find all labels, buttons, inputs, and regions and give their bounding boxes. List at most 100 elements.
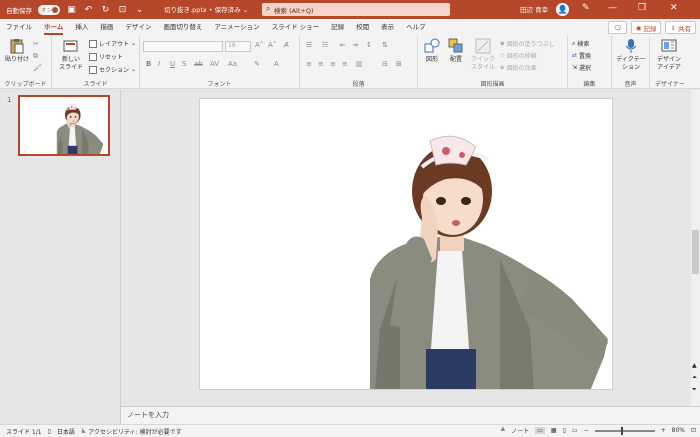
numbering-icon[interactable]: ☷	[322, 41, 328, 49]
tab-8[interactable]: 記録	[325, 19, 350, 36]
tab-3[interactable]: 描画	[94, 19, 119, 36]
slide-thumbnail[interactable]	[18, 95, 110, 156]
normal-view-icon[interactable]: ▭	[535, 427, 545, 434]
smartart-icon[interactable]: ⊞	[396, 60, 402, 68]
shape-outline-button[interactable]: ◇ 図形の枠線	[500, 51, 537, 60]
arrange-button[interactable]: 配置	[446, 38, 466, 64]
user-name[interactable]: 田辺 育幸	[520, 4, 548, 14]
decrease-font-icon[interactable]: A˅	[268, 41, 276, 49]
save-icon[interactable]: ▣	[66, 4, 77, 15]
notes-pane[interactable]: ノートを入力	[121, 406, 700, 424]
line-spacing-icon[interactable]: ↕	[366, 41, 372, 49]
text-direction-icon[interactable]: ⇅	[382, 41, 388, 49]
highlight-icon[interactable]: ✎	[254, 60, 260, 68]
document-title[interactable]: 切り抜き.pptx • 保存済み ⌄	[164, 4, 248, 14]
columns-icon[interactable]: ▥	[356, 60, 363, 68]
char-spacing-icon[interactable]: AV	[210, 60, 219, 68]
present-from-start-icon[interactable]: ⊡	[117, 4, 128, 15]
paste-button[interactable]: 貼り付け	[4, 38, 30, 64]
undo-icon[interactable]: ↶	[83, 4, 94, 15]
change-case-icon[interactable]: Aa	[228, 60, 237, 68]
new-slide-button[interactable]: 新しい スライド	[58, 38, 84, 72]
underline-button[interactable]: U	[170, 60, 175, 68]
tab-5[interactable]: 画面切り替え	[157, 19, 208, 36]
justify-icon[interactable]: ≡	[342, 60, 348, 68]
scrollbar-thumb[interactable]	[692, 230, 699, 274]
person-photo[interactable]	[200, 99, 613, 390]
reset-button[interactable]: リセット	[89, 52, 123, 61]
increase-indent-icon[interactable]: ⇥	[352, 41, 358, 49]
tab-1[interactable]: ホーム	[38, 19, 69, 36]
quick-styles-button[interactable]: クイック スタイル	[470, 38, 496, 72]
cut-icon[interactable]: ✂	[33, 40, 39, 48]
customize-toolbar-icon[interactable]: ⌄	[134, 4, 145, 15]
dictate-button[interactable]: ディクテー ション	[615, 38, 647, 72]
zoom-out-icon[interactable]: −	[584, 427, 589, 434]
tab-0[interactable]: ファイル	[0, 19, 38, 36]
bold-button[interactable]: B	[146, 60, 151, 68]
notes-button[interactable]: ノート	[511, 426, 529, 435]
font-size-combo[interactable]: 18	[225, 41, 251, 52]
layout-button[interactable]: レイアウト ⌄	[89, 39, 136, 48]
accessibility-icon[interactable]: ♿	[81, 428, 86, 435]
minimize-icon[interactable]: —	[608, 3, 617, 13]
align-left-icon[interactable]: ≡	[306, 60, 312, 68]
spell-check-icon[interactable]: ▯	[48, 428, 51, 435]
scroll-up-icon[interactable]: ▲	[692, 362, 697, 369]
view-controls: ≜ ノート ▭ ▦ ▯ ▭ − + 80% ⊡	[500, 426, 696, 435]
tab-7[interactable]: スライド ショー	[266, 19, 326, 36]
clear-format-icon[interactable]: A̸	[284, 41, 289, 49]
slideshow-icon[interactable]: ▭	[572, 427, 578, 434]
slide-canvas[interactable]	[199, 98, 613, 390]
strikethrough-icon[interactable]: ab	[194, 60, 203, 68]
slide-sorter-icon[interactable]: ▦	[551, 427, 557, 434]
replace-button[interactable]: ⇄ 置換	[572, 51, 591, 60]
tab-10[interactable]: 表示	[375, 19, 400, 36]
align-right-icon[interactable]: ≡	[330, 60, 336, 68]
tab-4[interactable]: デザイン	[119, 19, 157, 36]
align-text-icon[interactable]: ⊟	[382, 60, 388, 68]
search-box[interactable]: ⌕ 検索 (Alt+Q)	[262, 3, 450, 16]
record-button[interactable]: ◉ 記録	[630, 21, 662, 34]
next-slide-icon[interactable]: ⏷	[692, 386, 697, 394]
design-ideas-button[interactable]: デザイン アイデア	[652, 38, 686, 72]
shape-fill-button[interactable]: ◆ 図形の塗りつぶし	[500, 39, 555, 48]
font-color-icon[interactable]: A	[274, 60, 279, 68]
language[interactable]: 日本語	[57, 427, 75, 436]
avatar[interactable]: 👤	[556, 3, 569, 16]
increase-font-icon[interactable]: A˄	[255, 41, 263, 49]
decrease-indent-icon[interactable]: ⇤	[340, 41, 346, 49]
autosave-toggle[interactable]: オン	[38, 4, 60, 15]
select-button[interactable]: ⇲ 選択	[572, 63, 591, 72]
tab-6[interactable]: アニメーション	[208, 19, 265, 36]
shape-effects-button[interactable]: ◈ 図形の効果	[500, 63, 537, 72]
notes-icon[interactable]: ≜	[500, 427, 505, 434]
section-button[interactable]: セクション ⌄	[89, 65, 136, 74]
vertical-scrollbar[interactable]: ▲ ⏶ ⏷	[691, 90, 700, 406]
italic-button[interactable]: I	[158, 60, 160, 68]
redo-icon[interactable]: ↻	[100, 4, 111, 15]
zoom-slider[interactable]	[594, 426, 655, 435]
tab-2[interactable]: 挿入	[69, 19, 94, 36]
tab-11[interactable]: ヘルプ	[400, 19, 432, 36]
format-painter-icon[interactable]: 🖌	[33, 64, 42, 72]
reading-view-icon[interactable]: ▯	[563, 427, 566, 434]
zoom-level[interactable]: 80%	[672, 427, 685, 434]
pen-icon[interactable]: ✎	[582, 3, 590, 13]
shadow-button[interactable]: S	[182, 60, 186, 68]
comments-icon[interactable]: 🗨	[608, 21, 627, 34]
fit-to-window-icon[interactable]: ⊡	[691, 427, 696, 434]
font-name-combo[interactable]	[143, 41, 223, 52]
prev-slide-icon[interactable]: ⏶	[692, 374, 697, 382]
accessibility-status[interactable]: アクセシビリティ: 検討が必要です	[88, 427, 181, 436]
align-center-icon[interactable]: ≡	[318, 60, 324, 68]
find-button[interactable]: ⌕ 検索	[572, 39, 589, 49]
zoom-in-icon[interactable]: +	[661, 427, 666, 434]
bullets-icon[interactable]: ☰	[306, 41, 312, 49]
restore-icon[interactable]: ❐	[638, 3, 646, 13]
copy-icon[interactable]: ⧉	[33, 52, 38, 61]
close-icon[interactable]: ✕	[670, 3, 678, 13]
shapes-button[interactable]: 図形	[422, 38, 442, 64]
share-button[interactable]: ⇪ 共有	[665, 21, 696, 34]
tab-9[interactable]: 校閲	[350, 19, 375, 36]
